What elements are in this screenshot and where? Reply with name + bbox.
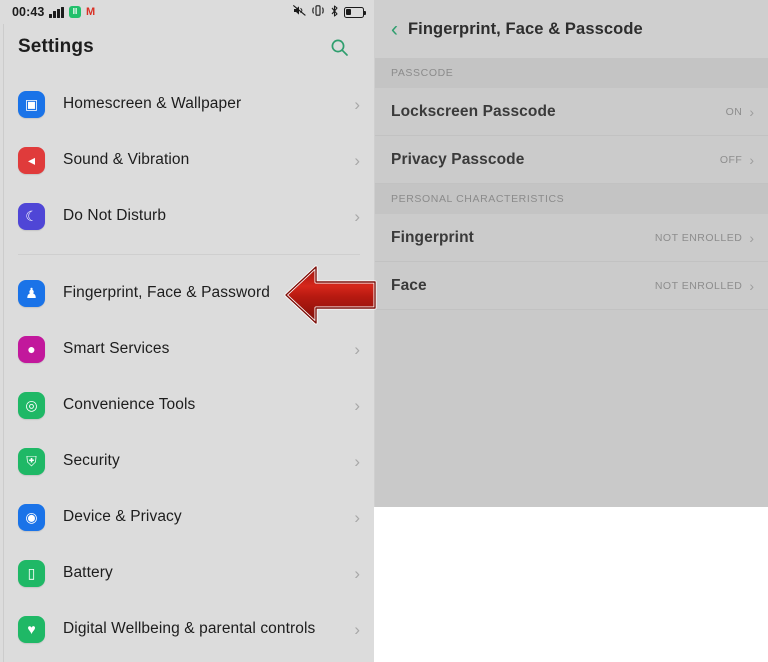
preference-row[interactable]: Fingerprint NOT ENROLLED › — [375, 214, 768, 262]
section-header: PASSCODE — [375, 58, 768, 88]
status-bar-right — [292, 4, 367, 19]
mute-icon — [292, 4, 306, 19]
phone-settings-screenshot: 00:43 II M Settings ▣ Homescreen & Wallp… — [0, 0, 768, 662]
page-title: Settings — [18, 36, 94, 57]
settings-row-label: Convenience Tools — [63, 395, 196, 413]
preference-value: OFF — [719, 153, 743, 166]
chevron-right-icon: › — [354, 451, 360, 471]
preference-value: NOT ENROLLED — [654, 231, 743, 244]
convenience-tools-icon: ◎ — [18, 391, 45, 419]
settings-row-label: Battery — [63, 563, 113, 581]
chevron-right-icon: › — [354, 150, 360, 170]
app-badge-icon: II — [68, 6, 81, 18]
preference-label: Privacy Passcode — [391, 150, 525, 168]
chevron-right-icon: › — [354, 206, 360, 226]
detail-panel: ‹ Fingerprint, Face & Passcode PASSCODE L… — [374, 0, 768, 507]
settings-row-label: Sound & Vibration — [63, 150, 190, 168]
search-icon[interactable] — [326, 34, 352, 60]
chevron-right-icon: › — [354, 507, 360, 527]
settings-row[interactable]: ● Smart Services › — [0, 321, 374, 377]
preference-label: Lockscreen Passcode — [391, 102, 556, 120]
signal-bars-icon — [49, 6, 64, 18]
settings-panel: 00:43 II M Settings ▣ Homescreen & Wallp… — [0, 0, 374, 662]
group-divider — [18, 254, 360, 255]
speaker-icon: ◂ — [18, 146, 45, 174]
fingerprint-face-icon: ♟ — [18, 279, 45, 307]
back-chevron-icon[interactable]: ‹ — [389, 19, 408, 40]
chevron-right-icon: › — [749, 151, 754, 168]
gmail-icon: M — [85, 5, 95, 18]
preference-row[interactable]: Privacy Passcode OFF › — [375, 136, 768, 184]
settings-row[interactable]: ♟ Fingerprint, Face & Password — [0, 265, 374, 321]
chevron-right-icon: › — [354, 339, 360, 359]
vibrate-icon — [311, 5, 325, 19]
settings-row-label: Digital Wellbeing & parental controls — [63, 619, 316, 637]
detail-header: ‹ Fingerprint, Face & Passcode — [375, 0, 768, 58]
settings-row[interactable]: ☾ Do Not Disturb › — [0, 188, 374, 244]
preference-value: NOT ENROLLED — [654, 279, 743, 292]
settings-row[interactable]: ♥ Digital Wellbeing & parental controls › — [0, 601, 374, 657]
bluetooth-icon — [330, 5, 339, 19]
chevron-right-icon: › — [749, 103, 754, 120]
status-bar: 00:43 II M — [0, 0, 374, 24]
settings-row-label: Fingerprint, Face & Password — [63, 283, 270, 301]
wallpaper-icon: ▣ — [18, 90, 45, 118]
preference-label: Face — [391, 276, 427, 294]
settings-list: ▣ Homescreen & Wallpaper › ◂ Sound & Vibrati… — [0, 70, 374, 657]
settings-row-label: Do Not Disturb — [63, 206, 167, 224]
detail-sections: PASSCODE Lockscreen Passcode ON › Privacy Pa… — [375, 58, 768, 310]
section-header: PERSONAL CHARACTERISTICS — [375, 184, 768, 214]
preference-value: ON — [725, 105, 743, 118]
settings-row[interactable]: ◂ Sound & Vibration › — [0, 132, 374, 188]
chevron-right-icon: › — [354, 395, 360, 415]
chevron-right-icon: › — [354, 619, 360, 639]
chevron-right-icon: › — [749, 277, 754, 294]
status-time: 00:43 — [12, 5, 45, 19]
settings-row[interactable]: ⛨ Security › — [0, 433, 374, 489]
settings-row[interactable]: ▣ Homescreen & Wallpaper › — [0, 76, 374, 132]
detail-empty-area — [375, 310, 768, 507]
chevron-right-icon: › — [749, 229, 754, 246]
settings-row[interactable]: ◎ Convenience Tools › — [0, 377, 374, 433]
settings-row-label: Smart Services — [63, 339, 170, 357]
battery-settings-icon: ▯ — [18, 559, 45, 587]
wellbeing-icon: ♥ — [18, 615, 45, 643]
settings-row-label: Security — [63, 451, 120, 469]
settings-row-label: Homescreen & Wallpaper — [63, 94, 242, 112]
app-badge-glyph: II — [72, 7, 78, 16]
eye-icon: ◉ — [18, 503, 45, 531]
smart-services-icon: ● — [18, 335, 45, 363]
settings-row[interactable]: ▯ Battery › — [0, 545, 374, 601]
settings-row-label: Device & Privacy — [63, 507, 182, 525]
preference-row[interactable]: Lockscreen Passcode ON › — [375, 88, 768, 136]
shield-icon: ⛨ — [18, 447, 45, 475]
chevron-right-icon: › — [354, 563, 360, 583]
preference-label: Fingerprint — [391, 228, 474, 246]
moon-icon: ☾ — [18, 202, 45, 230]
detail-title: Fingerprint, Face & Passcode — [408, 19, 643, 38]
settings-header: Settings — [0, 24, 374, 70]
battery-icon — [344, 6, 367, 18]
chevron-right-icon: › — [354, 94, 360, 114]
settings-row[interactable]: ◉ Device & Privacy › — [0, 489, 374, 545]
preference-row[interactable]: Face NOT ENROLLED › — [375, 262, 768, 310]
status-bar-left: 00:43 II M — [12, 5, 95, 19]
